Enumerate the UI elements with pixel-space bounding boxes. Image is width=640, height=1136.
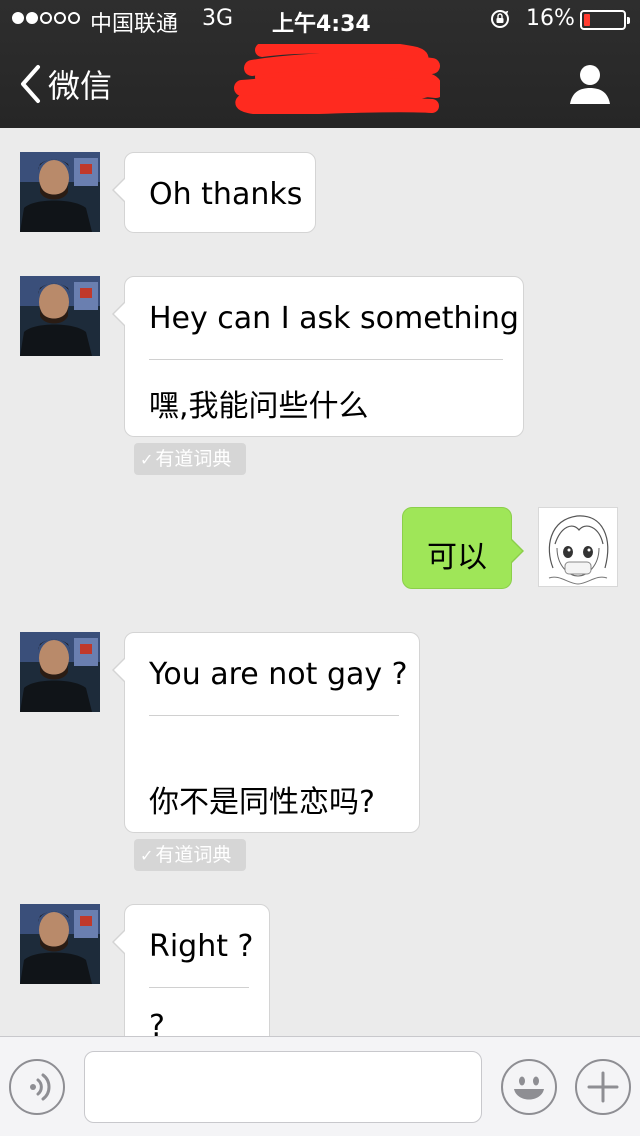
status-bar: 中国联通 3G 上午4:34 16% [0,0,640,40]
signal-strength-icon [12,12,82,28]
rotation-lock-icon [491,10,509,28]
check-icon: ✓ [140,450,154,469]
message-bubble-incoming[interactable]: You are not gay ? 你不是同性恋吗? [112,632,420,833]
translation-text: 你不是同性恋吗? [149,785,375,820]
smiley-icon [514,1076,544,1100]
message-bubble-incoming[interactable]: Hey can I ask something 嘿,我能问些什么 [112,276,524,437]
message-input[interactable] [84,1051,482,1123]
wechat-chat-screen: 中国联通 3G 上午4:34 16% 微信 Oh thanks Hey can … [0,0,640,1136]
contact-avatar[interactable] [20,276,100,356]
plus-button[interactable] [575,1059,631,1115]
anime-girl-avatar [539,508,617,586]
input-toolbar [0,1036,640,1136]
battery-level [584,14,590,26]
battery-percentage: 16% [526,6,575,31]
contact-photo [20,276,100,356]
chevron-left-icon [21,65,40,103]
message-bubble-incoming[interactable]: Oh thanks [112,152,316,233]
battery-icon [580,10,630,30]
dictionary-source: 有道词典 [155,448,232,470]
contact-photo [20,904,100,984]
clock: 上午4:34 [272,12,371,37]
person-icon[interactable] [568,62,612,106]
check-icon: ✓ [140,846,154,865]
header: 中国联通 3G 上午4:34 16% 微信 [0,0,640,128]
dictionary-badge: ✓ 有道词典 [134,443,246,475]
translation-divider [149,715,399,716]
dictionary-source: 有道词典 [155,844,232,866]
message-text: Right ? [149,929,254,964]
network-type: 3G [202,6,234,31]
translation-divider [149,359,503,360]
redacted-title [234,44,440,114]
contact-avatar[interactable] [20,632,100,712]
voice-button[interactable] [9,1059,65,1115]
contact-photo [20,152,100,232]
carrier-name: 中国联通 [90,12,179,37]
translation-text: 嘿,我能问些什么 [149,389,369,424]
my-avatar[interactable] [538,507,618,587]
translation-divider [149,987,249,988]
message-text: 可以 [427,540,487,575]
emoji-button[interactable] [501,1059,557,1115]
navigation-bar: 微信 [0,40,640,128]
back-label: 微信 [48,67,113,105]
contact-avatar[interactable] [20,152,100,232]
plus-icon [587,1071,619,1103]
contact-avatar[interactable] [20,904,100,984]
message-text: Hey can I ask something [149,301,519,336]
voice-icon [30,1073,51,1101]
back-button[interactable]: 微信 [18,62,112,106]
message-text: You are not gay ? [149,657,408,692]
dictionary-badge: ✓ 有道词典 [134,839,246,871]
message-bubble-outgoing[interactable]: 可以 [402,507,524,589]
message-text: Oh thanks [149,177,303,212]
contact-photo [20,632,100,712]
